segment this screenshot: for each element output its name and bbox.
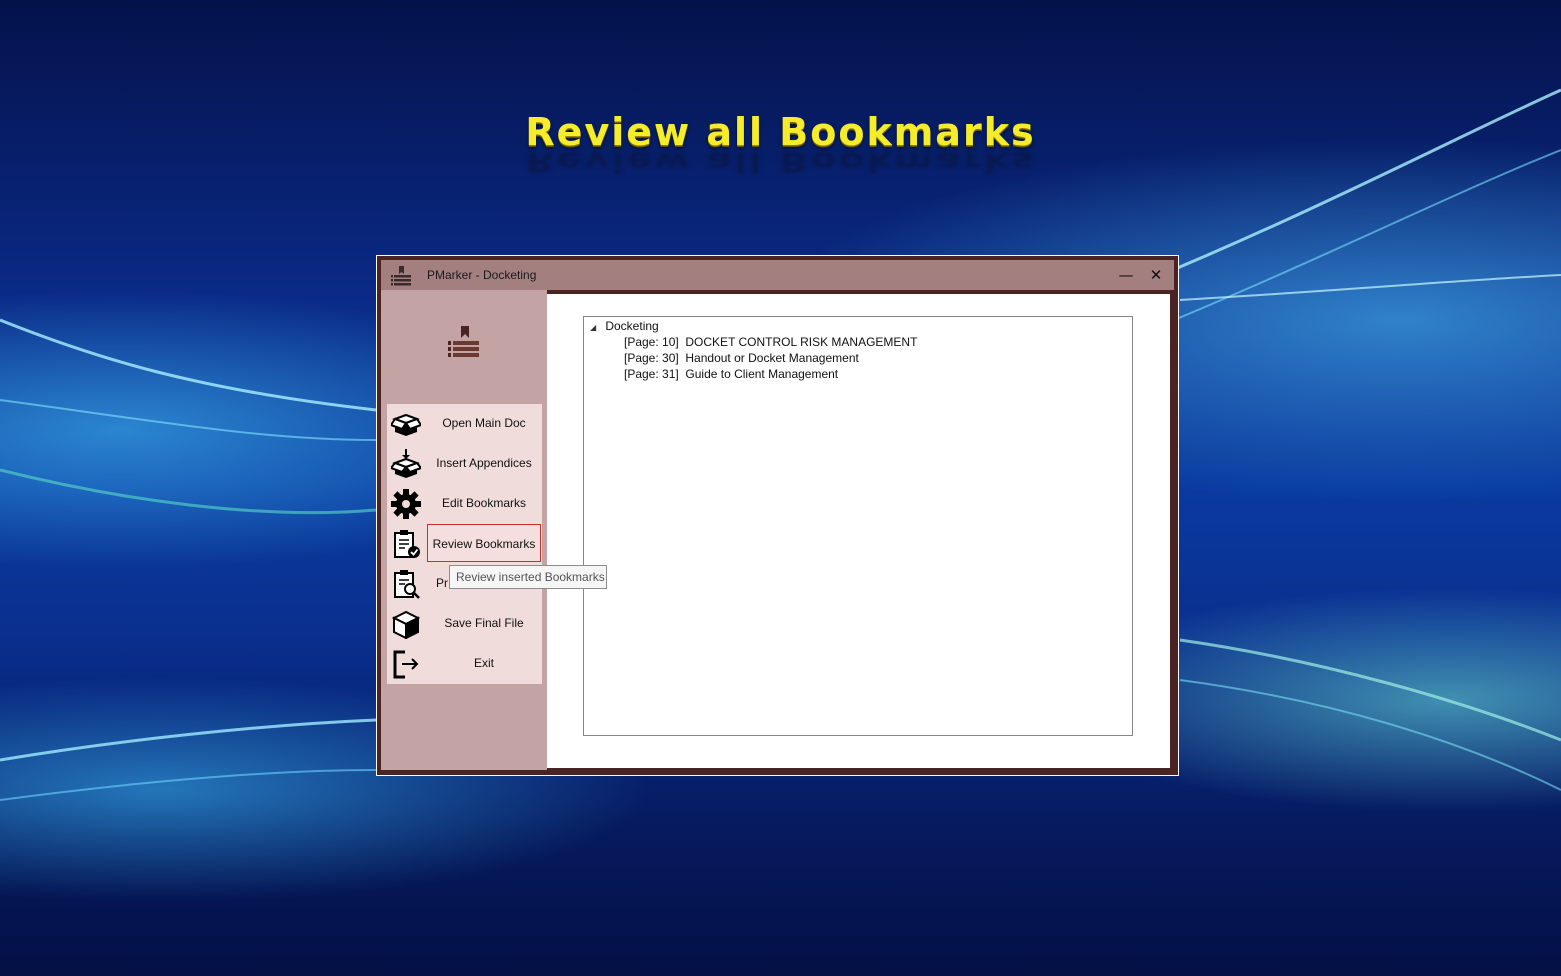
exit-label: Exit <box>473 656 494 670</box>
window-title: PMarker - Docketing <box>427 268 537 282</box>
tree-item-title: DOCKET CONTROL RISK MANAGEMENT <box>685 335 918 349</box>
banner: Review all Bookmarks Review all Bookmark… <box>0 110 1561 177</box>
pmarker-logo-icon <box>448 326 479 357</box>
app-window: PMarker - Docketing — ✕ Open Main Doc In… <box>376 255 1179 776</box>
tree-item-title: Handout or Docket Management <box>685 351 859 365</box>
tree-item[interactable]: [Page: 30] Handout or Docket Management <box>624 351 859 365</box>
sidebar: Open Main Doc Insert Appendices Edit Boo… <box>381 290 547 770</box>
close-button[interactable]: ✕ <box>1144 264 1168 286</box>
tree-item-page: [Page: 10] <box>624 335 679 349</box>
exit-icon <box>393 650 419 679</box>
tree-root-label: Docketing <box>605 319 659 333</box>
tree-root[interactable]: ◢ Docketing <box>590 319 659 333</box>
bookmark-tree[interactable]: ◢ Docketing [Page: 10] DOCKET CONTROL RI… <box>583 316 1133 736</box>
review-bookmarks-label: Review Bookmarks <box>427 524 541 562</box>
insert-appendices-button[interactable]: Insert Appendices <box>387 444 542 484</box>
sidebar-menu: Open Main Doc Insert Appendices Edit Boo… <box>387 404 542 684</box>
tree-item-page: [Page: 30] <box>624 351 679 365</box>
gear-icon <box>391 489 421 519</box>
cube-icon <box>391 610 421 639</box>
banner-title-reflection: Review all Bookmarks <box>525 146 1036 178</box>
clipboard-search-icon <box>394 570 420 599</box>
app-bookmark-icon <box>391 266 411 286</box>
review-bookmarks-button[interactable]: Review Bookmarks <box>387 524 542 564</box>
tree-item-page: [Page: 31] <box>624 367 679 381</box>
insert-box-icon <box>391 449 421 478</box>
save-final-file-label: Save Final File <box>444 616 524 630</box>
minimize-button[interactable]: — <box>1114 264 1138 286</box>
edit-bookmarks-label: Edit Bookmarks <box>441 496 527 510</box>
save-final-file-button[interactable]: Save Final File <box>387 604 542 644</box>
tree-item-title: Guide to Client Management <box>685 367 839 381</box>
clipboard-check-icon <box>394 530 420 558</box>
content-panel: ◢ Docketing [Page: 10] DOCKET CONTROL RI… <box>547 294 1170 768</box>
title-bar[interactable]: PMarker - Docketing — ✕ <box>381 260 1174 290</box>
open-main-doc-label: Open Main Doc <box>442 416 526 430</box>
tree-item[interactable]: [Page: 10] DOCKET CONTROL RISK MANAGEMEN… <box>624 335 917 349</box>
collapse-arrow-icon[interactable]: ◢ <box>590 323 602 332</box>
open-main-doc-button[interactable]: Open Main Doc <box>387 404 542 444</box>
tree-item[interactable]: [Page: 31] Guide to Client Management <box>624 367 838 381</box>
review-bookmarks-tooltip: Review inserted Bookmarks <box>449 565 607 589</box>
open-box-icon <box>391 413 421 436</box>
insert-appendices-label: Insert Appendices <box>436 456 532 470</box>
exit-button[interactable]: Exit <box>387 644 542 684</box>
edit-bookmarks-button[interactable]: Edit Bookmarks <box>387 484 542 524</box>
